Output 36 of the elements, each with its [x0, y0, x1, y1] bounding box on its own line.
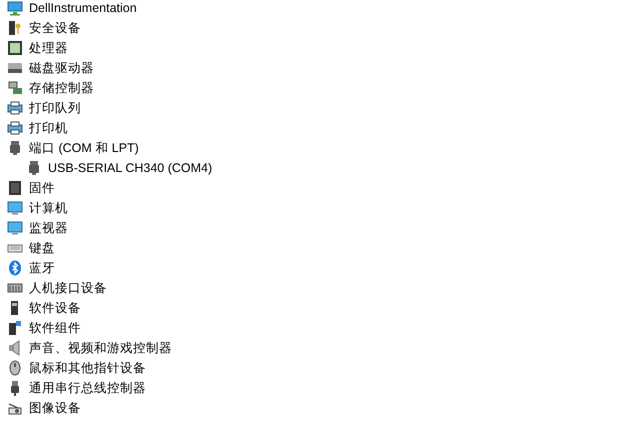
key-tower-icon	[7, 20, 23, 36]
tree-item[interactable]: 端口 (COM 和 LPT)	[29, 138, 139, 158]
bluetooth-icon	[7, 260, 23, 276]
tree-item[interactable]: 鼠标和其他指针设备	[29, 358, 146, 378]
tree-item[interactable]: 监视器	[29, 218, 68, 238]
storage-controller-icon	[7, 80, 23, 96]
monitor-icon	[7, 200, 23, 216]
tree-item[interactable]: 图像设备	[29, 398, 81, 418]
tree-item[interactable]: DellInstrumentation	[29, 0, 137, 18]
mouse-icon	[7, 360, 23, 376]
printer-icon	[7, 100, 23, 116]
monitor-network-icon	[7, 0, 23, 16]
port-connector-icon	[7, 140, 23, 156]
tree-item[interactable]: 软件设备	[29, 298, 81, 318]
tree-item[interactable]: 固件	[29, 178, 55, 198]
monitor-icon	[7, 220, 23, 236]
tree-item[interactable]: 键盘	[29, 238, 55, 258]
tree-item[interactable]: 安全设备	[29, 18, 81, 38]
tree-item[interactable]: 人机接口设备	[29, 278, 107, 298]
tree-item[interactable]: 处理器	[29, 38, 68, 58]
tree-item[interactable]: 软件组件	[29, 318, 81, 338]
chip-icon	[7, 180, 23, 196]
drive-icon	[7, 60, 23, 76]
printer-icon	[7, 120, 23, 136]
tree-item[interactable]: 存储控制器	[29, 78, 94, 98]
port-connector-icon	[26, 160, 42, 176]
tree-item[interactable]: 蓝牙	[29, 258, 55, 278]
tree-item[interactable]: 通用串行总线控制器	[29, 378, 146, 398]
tree-item[interactable]: 声音、视频和游戏控制器	[29, 338, 172, 358]
tree-item[interactable]: 磁盘驱动器	[29, 58, 94, 78]
tree-item[interactable]: 计算机	[29, 198, 68, 218]
tower-puzzle-icon	[7, 320, 23, 336]
chip-icon	[7, 40, 23, 56]
tree-item[interactable]: 打印队列	[29, 98, 81, 118]
tree-item[interactable]: 打印机	[29, 118, 68, 138]
tree-item[interactable]: USB-SERIAL CH340 (COM4)	[48, 158, 212, 178]
